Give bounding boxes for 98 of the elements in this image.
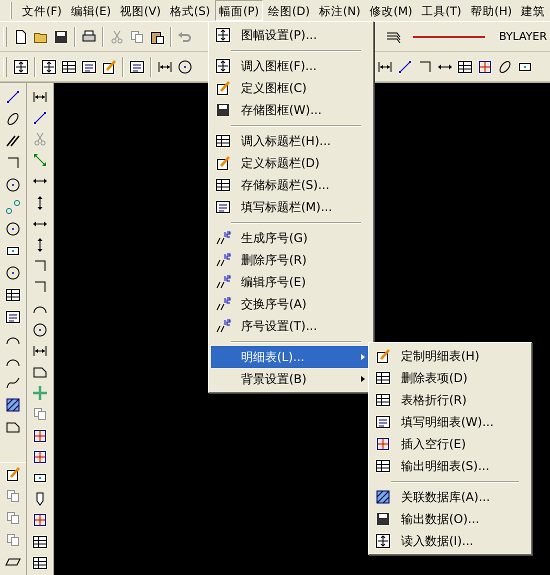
circle-icon[interactable] [32, 322, 48, 338]
menu-item[interactable]: 定义标题栏(D) [211, 152, 371, 174]
pencil-icon [215, 80, 231, 96]
numbering-icon [215, 296, 231, 312]
corner-icon[interactable] [417, 58, 433, 74]
menu-item[interactable]: 填写明细表(W)... [371, 411, 529, 433]
menu-item[interactable]: 存储标题栏(S)... [211, 174, 371, 196]
pencil-icon[interactable] [101, 58, 117, 74]
line-icon[interactable] [397, 58, 413, 74]
line-icon[interactable] [32, 110, 48, 126]
menu-item[interactable]: 读入数据(I)... [371, 530, 529, 552]
menu-item[interactable]: 存储图框(W)... [211, 99, 371, 121]
pencil-icon [215, 155, 231, 171]
ellipse-icon[interactable] [5, 111, 21, 127]
grid-icon[interactable] [32, 512, 48, 528]
menubar-item[interactable]: 标注(N) [314, 0, 364, 21]
frame-icon [215, 58, 231, 74]
menu-item[interactable]: 关联数据库(A)... [371, 486, 529, 508]
menu-item[interactable]: 插入空行(E) [371, 433, 529, 455]
save-icon [215, 102, 231, 118]
text-lines-icon [215, 199, 231, 215]
table-icon [375, 392, 391, 408]
table-icon[interactable] [5, 287, 21, 303]
table-icon [375, 370, 391, 386]
menu-item[interactable]: 图幅设置(P)... [211, 24, 371, 46]
copy-icon[interactable] [5, 488, 21, 504]
line-icon[interactable] [5, 89, 21, 105]
circle-icon[interactable] [5, 221, 21, 237]
table-icon [215, 177, 231, 193]
menu-item[interactable]: 定义图框(C) [211, 77, 371, 99]
menubar-item[interactable]: 编辑(E) [66, 0, 115, 21]
printer-icon[interactable] [81, 28, 97, 44]
menu-item[interactable]: 表格折行(R) [371, 389, 529, 411]
corner-icon[interactable] [5, 155, 21, 171]
text-lines-icon[interactable] [129, 58, 145, 74]
grid-icon[interactable] [32, 448, 48, 465]
hatch-icon [375, 489, 391, 505]
table-icon[interactable] [61, 58, 77, 74]
menu-item[interactable]: 删除序号(R) [211, 249, 371, 271]
parallel-lines-icon[interactable] [5, 133, 21, 149]
pencil-icon[interactable] [5, 466, 21, 482]
frame-icon [215, 27, 231, 43]
menubar-item[interactable]: 帮助(H) [466, 0, 516, 21]
diagonal-arrow-icon[interactable] [32, 152, 48, 168]
copy-icon[interactable] [32, 406, 48, 422]
menubar-item[interactable]: 幅面(P) [215, 0, 264, 21]
new-file-icon[interactable] [13, 28, 29, 44]
table-icon [375, 458, 391, 474]
table-icon[interactable] [32, 554, 48, 571]
frame-icon[interactable] [13, 58, 29, 74]
numbering-icon [215, 318, 231, 334]
menubar-item[interactable]: 工具(T) [417, 0, 466, 21]
menu-item[interactable]: 输出数据(O)... [371, 508, 529, 530]
text-lines-icon [375, 414, 391, 430]
text-lines-icon[interactable] [5, 309, 21, 325]
table-icon[interactable] [32, 534, 48, 550]
menu-item[interactable]: 生成序号(G) [211, 227, 371, 249]
table-icon[interactable] [457, 58, 473, 74]
menu-item[interactable]: 明细表(L)... [211, 346, 371, 368]
frame-icon[interactable] [41, 58, 57, 74]
menubar-item[interactable]: 修改(M) [365, 0, 416, 21]
menu-item[interactable]: 交换序号(A) [211, 293, 371, 315]
circle-icon[interactable] [177, 58, 193, 74]
menu-item[interactable]: 定制明细表(H) [371, 345, 529, 367]
menu-item[interactable]: 填写标题栏(M)... [211, 196, 371, 218]
menubar-item[interactable]: 建筑 [517, 0, 549, 21]
menu-item[interactable]: 编辑序号(E) [211, 271, 371, 293]
menubar-item[interactable]: 视图(V) [116, 0, 165, 21]
frame-icon [375, 533, 391, 549]
menubar-item[interactable]: 文件(F) [18, 0, 66, 21]
numbering-icon [215, 252, 231, 268]
curve-icon[interactable] [5, 375, 21, 391]
hatch-icon[interactable] [5, 397, 21, 413]
numbering-icon [215, 230, 231, 246]
table-icon [215, 133, 231, 149]
menu-item[interactable]: 删除表项(D) [371, 367, 529, 389]
copy-icon[interactable] [5, 510, 21, 526]
menu-item[interactable]: 序号设置(T)... [211, 315, 371, 337]
grid-icon[interactable] [32, 428, 48, 444]
ellipse-icon[interactable] [497, 58, 513, 74]
copy-icon[interactable] [5, 532, 21, 548]
circle-icon[interactable] [5, 177, 21, 193]
menu-item[interactable]: 调入图框(F)... [211, 55, 371, 77]
circles-icon[interactable] [5, 199, 21, 215]
pencil-icon [375, 348, 391, 364]
text-lines-icon[interactable] [81, 58, 97, 74]
line-sample-icon [413, 36, 485, 38]
save-icon[interactable] [53, 28, 69, 44]
grid-icon [375, 436, 391, 452]
circle-icon[interactable] [5, 265, 21, 281]
menubar-item[interactable]: 绘图(D) [264, 0, 314, 21]
menubar-item[interactable]: 格式(S) [166, 0, 214, 21]
numbering-icon [215, 274, 231, 290]
menu-item[interactable]: 输出明细表(S)... [371, 455, 529, 477]
save-icon [375, 511, 391, 527]
grid-icon[interactable] [477, 58, 493, 74]
line-type-label: BYLAYER [499, 30, 548, 43]
menu-item[interactable]: 调入标题栏(H)... [211, 130, 371, 152]
